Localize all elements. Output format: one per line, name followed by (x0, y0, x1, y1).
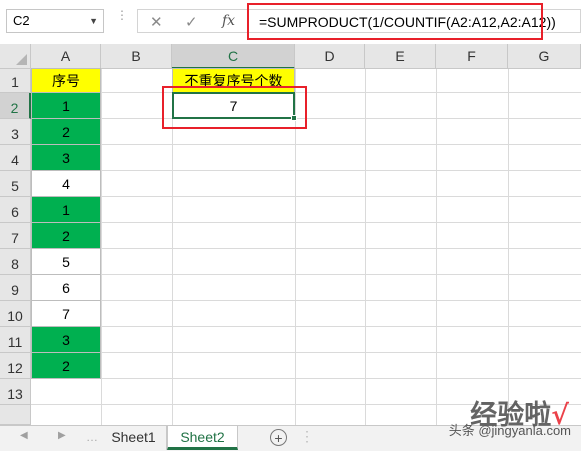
row-header-12[interactable]: 12 (0, 353, 31, 379)
row-header-7[interactable]: 7 (0, 223, 31, 249)
row-header-10[interactable]: 10 (0, 301, 31, 327)
formula-buttons: ✕ ✓ fx (137, 9, 245, 33)
scroll-first-sheet-icon[interactable]: ◀ (20, 430, 28, 441)
row-header-13[interactable]: 13 (0, 379, 31, 405)
tab-split-handle[interactable]: ⋮ (300, 428, 314, 445)
cell-a8[interactable]: 5 (31, 249, 101, 275)
column-header-d[interactable]: D (295, 44, 365, 69)
column-header-f[interactable]: F (436, 44, 508, 69)
column-header-c[interactable]: C (172, 44, 295, 69)
row-header-6[interactable]: 6 (0, 197, 31, 223)
add-sheet-icon[interactable]: + (270, 429, 287, 446)
name-box[interactable]: C2 ▼ (6, 9, 104, 33)
tab-sheet1[interactable]: Sheet1 (101, 426, 167, 450)
cell-a2[interactable]: 1 (31, 93, 101, 119)
tab-sheet2[interactable]: Sheet2 (167, 426, 238, 450)
cell-a1[interactable]: 序号 (31, 68, 101, 93)
row-header-4[interactable]: 4 (0, 145, 31, 171)
cell-a9[interactable]: 6 (31, 275, 101, 301)
row-header-5[interactable]: 5 (0, 171, 31, 197)
column-header-b[interactable]: B (101, 44, 172, 69)
tab-ellipsis[interactable]: … (86, 430, 98, 444)
formula-highlight-box (247, 3, 543, 40)
insert-function-icon[interactable]: fx (222, 13, 235, 29)
cell-a3[interactable]: 2 (31, 119, 101, 145)
cell-a12[interactable]: 2 (31, 353, 101, 379)
row-header-11[interactable]: 11 (0, 327, 31, 353)
watermark-caption: 头条 @jingyanla.com (448, 423, 571, 438)
row-header-9[interactable]: 9 (0, 275, 31, 301)
result-highlight-box (162, 86, 307, 129)
cell-a5[interactable]: 4 (31, 171, 101, 197)
row-header-2[interactable]: 2 (0, 93, 31, 119)
cell-a6[interactable]: 1 (31, 197, 101, 223)
chevron-down-icon[interactable]: ▼ (89, 10, 98, 32)
cell-a7[interactable]: 2 (31, 223, 101, 249)
row-header-14[interactable] (0, 405, 31, 425)
column-header-a[interactable]: A (31, 44, 101, 69)
column-header-g[interactable]: G (508, 44, 581, 69)
row-header-8[interactable]: 8 (0, 249, 31, 275)
formula-bar-divider-handle[interactable]: ⋮ (116, 9, 128, 30)
scroll-last-sheet-icon[interactable]: ▶ (58, 430, 66, 441)
row-header-1[interactable]: 1 (0, 69, 31, 93)
column-header-e[interactable]: E (365, 44, 436, 69)
cell-a11[interactable]: 3 (31, 327, 101, 353)
cell-a10[interactable]: 7 (31, 301, 101, 327)
select-all-corner[interactable] (0, 44, 31, 69)
cell-a4[interactable]: 3 (31, 145, 101, 171)
row-header-3[interactable]: 3 (0, 119, 31, 145)
cancel-icon[interactable]: ✕ (150, 13, 163, 31)
enter-icon[interactable]: ✓ (185, 13, 198, 31)
name-box-value: C2 (13, 13, 30, 28)
